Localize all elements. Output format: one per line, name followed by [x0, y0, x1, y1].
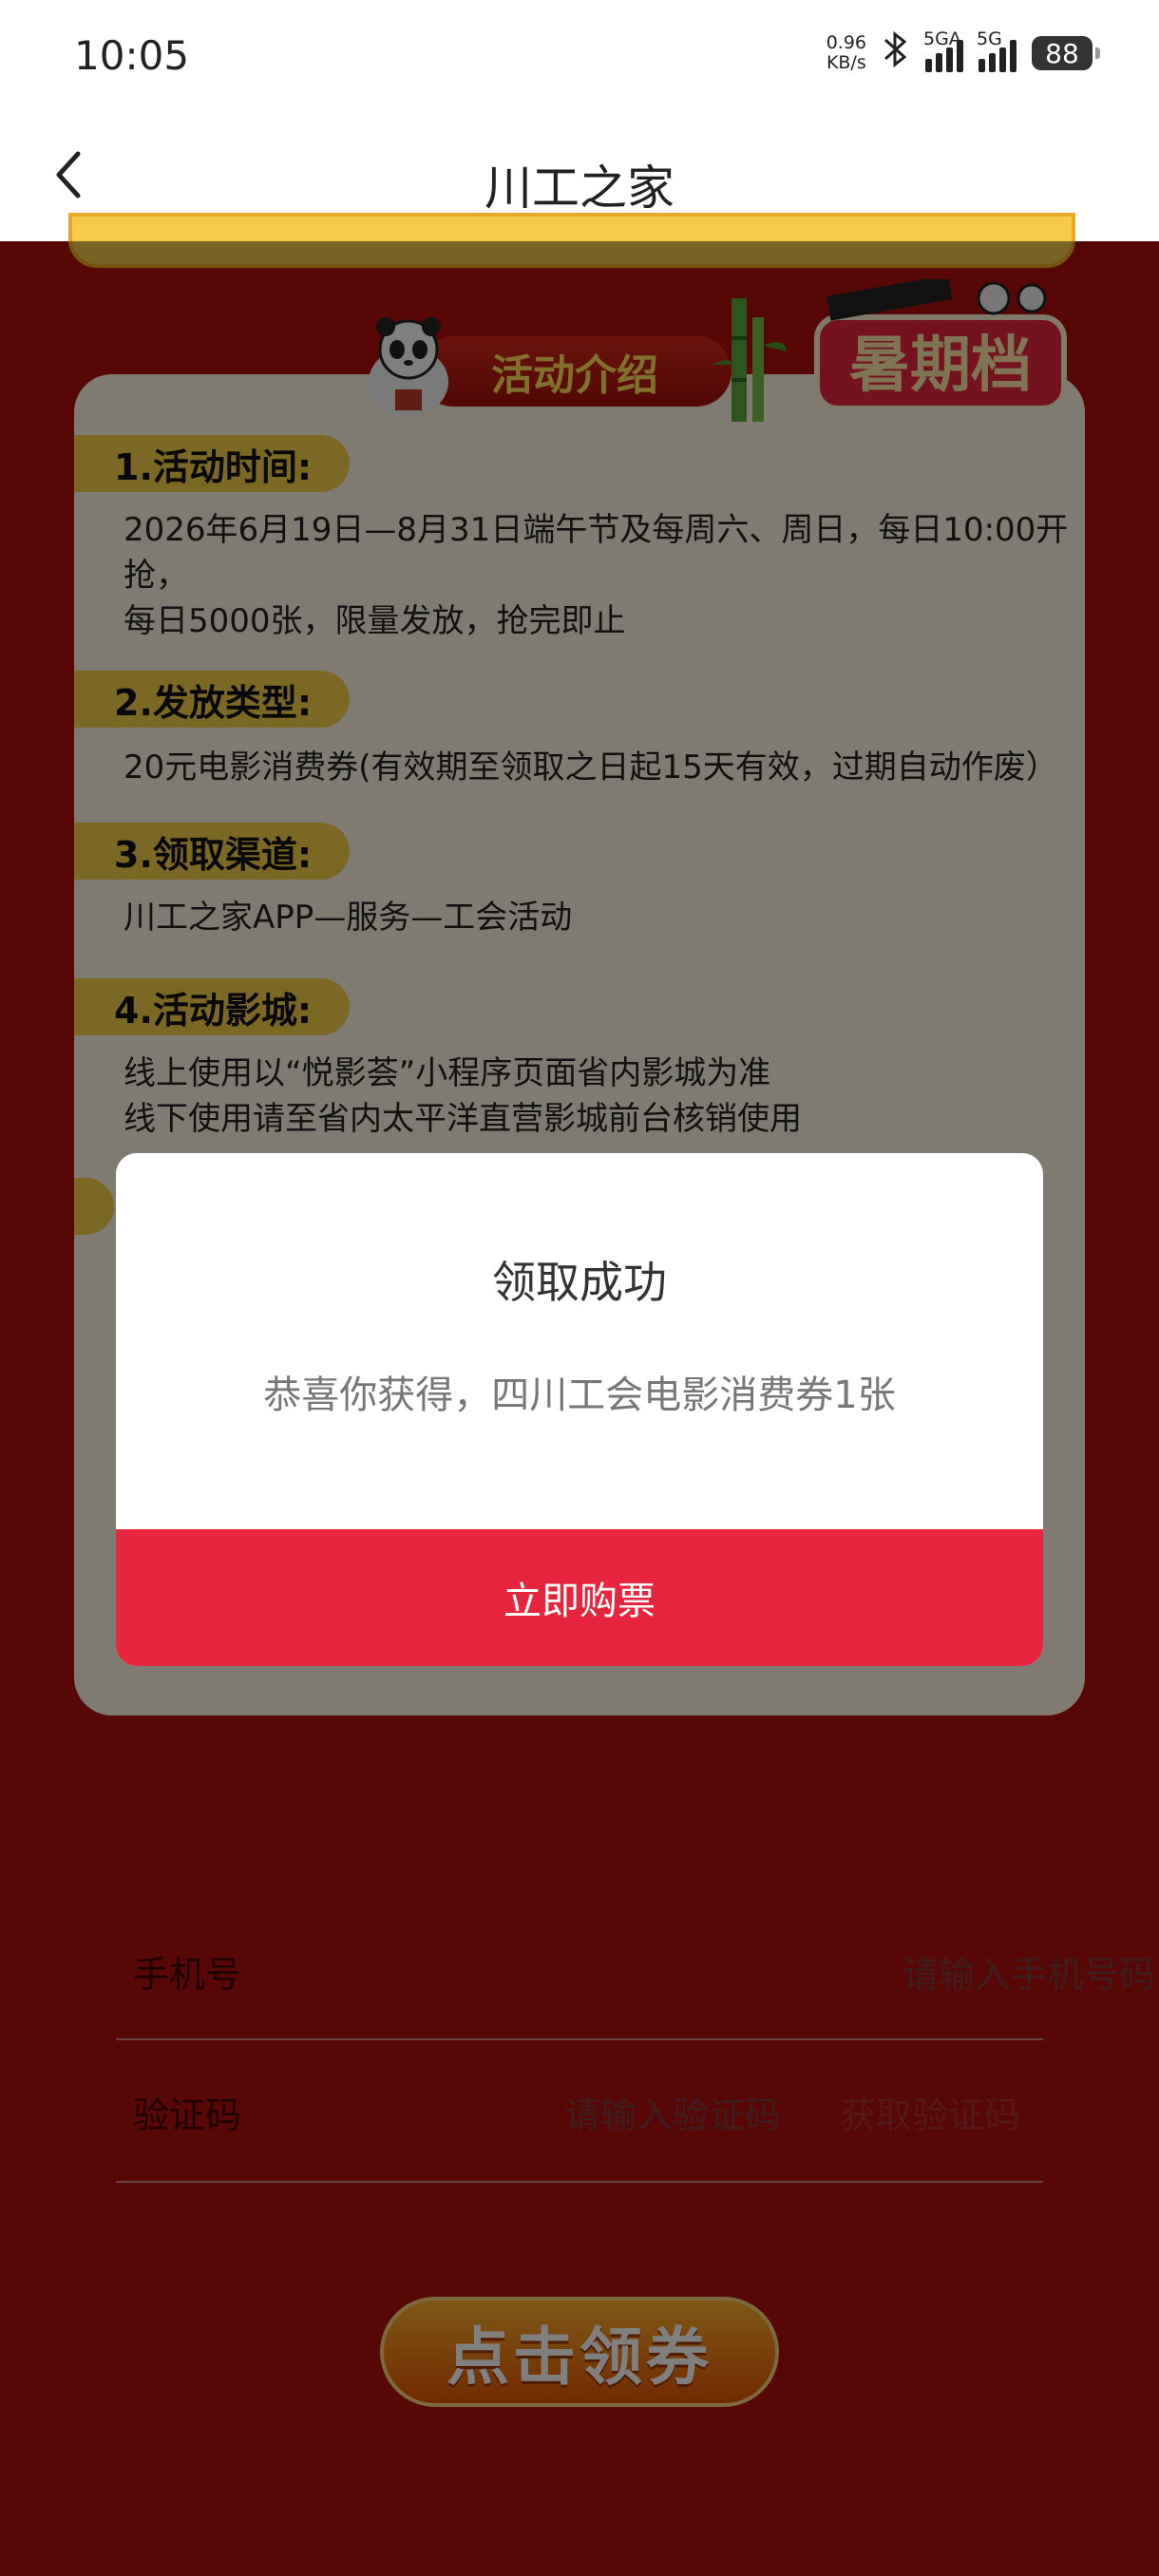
battery-icon: 88 [1032, 36, 1100, 70]
status-bar: 10:05 0.96 KB/s 5GA 5G 88 [0, 0, 1159, 108]
clock: 10:05 [74, 32, 190, 79]
battery-level: 88 [1045, 37, 1079, 69]
bluetooth-icon [882, 30, 910, 77]
buy-ticket-button[interactable]: 立即购票 [116, 1529, 1043, 1666]
status-icons: 0.96 KB/s 5GA 5G 88 [826, 27, 1100, 80]
sim1-label: 5GA [923, 28, 961, 49]
signal-icon: 5G [977, 28, 1016, 72]
dialog-title: 领取成功 [492, 1257, 667, 1308]
network-speed-value: 0.96 [826, 32, 866, 53]
sim2-label: 5G [977, 28, 1002, 49]
signal-icon: 5GA [923, 28, 963, 72]
network-speed-unit: KB/s [826, 52, 866, 73]
network-speed: 0.96 KB/s [826, 33, 866, 73]
page-title: 川工之家 [484, 161, 674, 216]
success-dialog: 领取成功 恭喜你获得，四川工会电影消费券1张 立即购票 [116, 1153, 1043, 1666]
dialog-message: 恭喜你获得，四川工会电影消费券1张 [263, 1373, 896, 1417]
